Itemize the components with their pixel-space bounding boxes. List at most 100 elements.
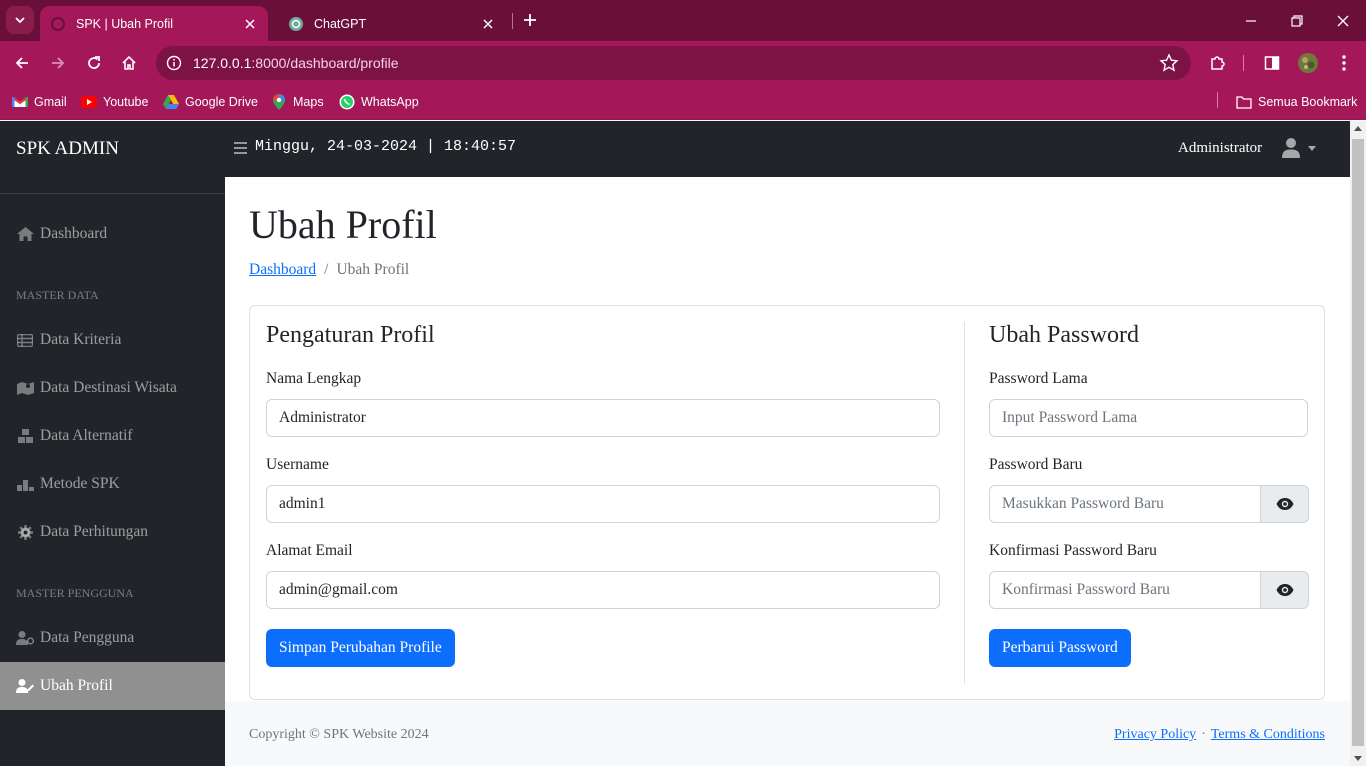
url-host: 127.0.0.1: [193, 55, 252, 71]
reload-button[interactable]: [80, 49, 108, 77]
map-location-icon: [16, 380, 34, 396]
sidebar-item-label: Data Alternatif: [40, 427, 133, 444]
eye-icon: [1276, 584, 1293, 596]
site-favicon-icon: [50, 16, 66, 32]
sidebar-item-data-perhitungan[interactable]: Data Perhitungan: [0, 508, 225, 556]
bookmark-google-drive[interactable]: Google Drive: [163, 92, 258, 112]
tab-search-button[interactable]: [6, 6, 34, 34]
google-drive-icon: [163, 94, 179, 110]
side-panel-button[interactable]: [1258, 49, 1286, 77]
copyright-text: Copyright © SPK Website 2024: [249, 727, 429, 742]
table-list-icon: [16, 332, 34, 348]
home-icon: [16, 226, 34, 242]
back-button[interactable]: [8, 49, 36, 77]
sidebar-item-data-alternatif[interactable]: Data Alternatif: [0, 412, 225, 460]
close-icon: [1337, 15, 1349, 26]
arrow-left-icon: [15, 57, 28, 69]
new-password-field[interactable]: Masukkan Password Baru: [989, 485, 1261, 523]
email-field[interactable]: admin@gmail.com: [266, 571, 940, 609]
sidebar-item-label: Data Perhitungan: [40, 523, 149, 540]
name-field[interactable]: Administrator: [266, 399, 940, 437]
home-icon: [122, 55, 136, 70]
sidebar-heading-master-pengguna: MASTER PENGGUNA: [16, 586, 134, 600]
bookmark-youtube[interactable]: Youtube: [81, 92, 148, 112]
scroll-up-arrow-icon[interactable]: [1354, 126, 1362, 131]
main-content: Ubah Profil Dashboard / Ubah Profil Peng…: [225, 177, 1350, 766]
web-page: SPK ADMIN Dashboard MASTER DATA Data Kri…: [0, 121, 1350, 766]
site-info-icon[interactable]: [164, 53, 184, 73]
toggle-new-password-button[interactable]: [1261, 485, 1309, 523]
sidebar-toggle-icon[interactable]: [234, 141, 247, 155]
restore-icon: [1291, 14, 1303, 27]
whatsapp-icon: [339, 94, 355, 110]
sidebar-item-label: Ubah Profil: [40, 677, 113, 694]
sidebar-item-dashboard[interactable]: Dashboard: [0, 210, 225, 258]
user-name: Administrator: [1178, 140, 1263, 156]
old-password-field[interactable]: Input Password Lama: [989, 399, 1308, 437]
youtube-icon: [81, 94, 97, 110]
privacy-policy-link[interactable]: Privacy Policy: [1114, 727, 1196, 743]
restore-button[interactable]: [1274, 0, 1320, 41]
chevron-down-icon: [15, 17, 25, 24]
menu-button[interactable]: [1330, 49, 1358, 77]
new-tab-button[interactable]: [518, 8, 542, 32]
footer: Copyright © SPK Website 2024 Privacy Pol…: [225, 701, 1350, 766]
user-icon[interactable]: [1282, 138, 1300, 158]
user-dropdown-caret-icon[interactable]: [1308, 146, 1316, 151]
update-password-button[interactable]: Perbarui Password: [989, 629, 1131, 667]
save-profile-button[interactable]: Simpan Perubahan Profile: [266, 629, 455, 667]
sidebar: SPK ADMIN Dashboard MASTER DATA Data Kri…: [0, 121, 225, 766]
bookmark-maps[interactable]: Maps: [271, 92, 324, 112]
profile-section-title: Pengaturan Profil: [266, 322, 435, 348]
sidebar-item-label: Data Kriteria: [40, 331, 122, 348]
tab-separator: [512, 13, 513, 29]
home-button[interactable]: [115, 49, 143, 77]
puzzle-icon: [1211, 56, 1225, 70]
bookmark-whatsapp[interactable]: WhatsApp: [339, 92, 419, 112]
tab-chatgpt[interactable]: ChatGPT: [278, 6, 506, 41]
browser-tab-bar: SPK | Ubah Profil ChatGPT: [0, 0, 1366, 41]
sidebar-item-label: Data Destinasi Wisata: [40, 379, 177, 396]
bookmark-label: Maps: [293, 95, 324, 109]
scrollbar-thumb[interactable]: [1352, 139, 1364, 746]
sidebar-item-data-kriteria[interactable]: Data Kriteria: [0, 316, 225, 364]
sidebar-item-data-destinasi-wisata[interactable]: Data Destinasi Wisata: [0, 364, 225, 412]
brand-logo[interactable]: SPK ADMIN: [0, 121, 225, 177]
close-icon[interactable]: [480, 16, 496, 32]
close-icon[interactable]: [242, 16, 258, 32]
url-text: 127.0.0.1:8000/dashboard/profile: [193, 55, 399, 71]
cubes-icon: [16, 428, 34, 444]
sidebar-item-metode-spk[interactable]: Metode SPK: [0, 460, 225, 508]
scroll-down-arrow-icon[interactable]: [1354, 756, 1362, 761]
sidebar-item-ubah-profil[interactable]: Ubah Profil: [0, 662, 225, 710]
footer-separator: ·: [1201, 727, 1206, 742]
page-scrollbar[interactable]: [1350, 121, 1366, 766]
reload-icon: [88, 56, 100, 69]
date-time-display: Minggu, 24-03-2024 | 18:40:57: [255, 138, 517, 155]
username-field[interactable]: admin1: [266, 485, 940, 523]
address-bar[interactable]: 127.0.0.1:8000/dashboard/profile: [156, 46, 1191, 80]
bookmark-gmail[interactable]: Gmail: [12, 92, 67, 112]
forward-button[interactable]: [44, 49, 72, 77]
sidebar-item-label: Dashboard: [40, 225, 108, 242]
toggle-confirm-password-button[interactable]: [1261, 571, 1309, 609]
extensions-button[interactable]: [1204, 49, 1232, 77]
profile-avatar-button[interactable]: [1294, 49, 1322, 77]
maps-icon: [271, 94, 287, 110]
sidebar-item-data-pengguna[interactable]: Data Pengguna: [0, 614, 225, 662]
minimize-button[interactable]: [1228, 0, 1274, 41]
sidebar-divider: [0, 193, 225, 194]
plus-icon: [524, 14, 536, 26]
confirm-password-field[interactable]: Konfirmasi Password Baru: [989, 571, 1261, 609]
terms-conditions-link[interactable]: Terms & Conditions: [1211, 727, 1325, 743]
breadcrumb-link-dashboard[interactable]: Dashboard: [249, 261, 316, 279]
sidebar-heading-master-data: MASTER DATA: [16, 288, 99, 302]
star-icon[interactable]: [1159, 53, 1179, 73]
all-bookmarks-button[interactable]: Semua Bookmark: [1236, 92, 1357, 112]
tab-spk-ubah-profil[interactable]: SPK | Ubah Profil: [40, 6, 268, 41]
avatar-icon: [1298, 53, 1318, 73]
bookmarks-divider: [1217, 92, 1218, 108]
email-label: Alamat Email: [266, 542, 353, 559]
close-window-button[interactable]: [1320, 0, 1366, 41]
kebab-menu-icon: [1342, 55, 1346, 71]
